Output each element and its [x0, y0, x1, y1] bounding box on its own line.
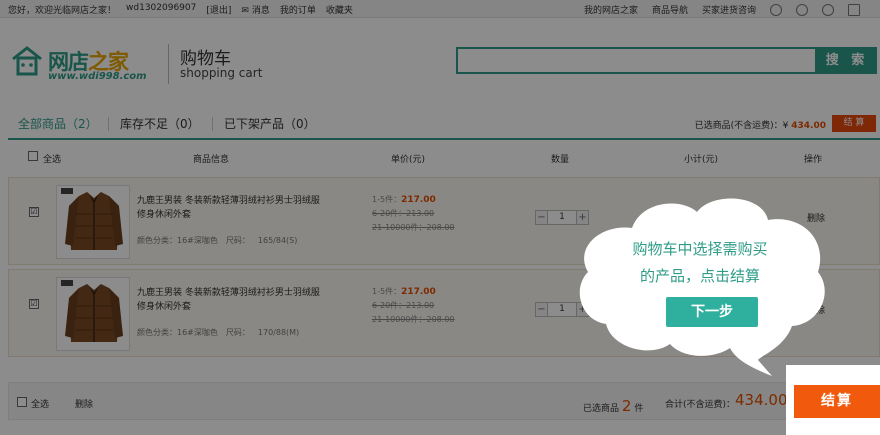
- next-step-button[interactable]: 下一步: [666, 297, 758, 327]
- guide-line1: 购物车中选择需购买: [632, 240, 768, 258]
- checkout-button[interactable]: 结算: [794, 385, 880, 418]
- guide-message: 购物车中选择需购买 的产品，点击结算: [600, 236, 800, 290]
- guide-line2: 的产品，点击结算: [639, 267, 760, 285]
